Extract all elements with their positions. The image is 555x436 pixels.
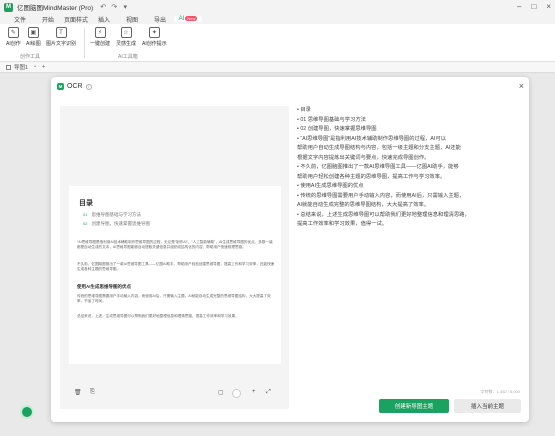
close-dialog-button[interactable]: × bbox=[519, 81, 524, 91]
tab-file[interactable]: 文件 bbox=[6, 15, 34, 24]
ai-create-button[interactable]: ✎ AI创作 bbox=[6, 27, 21, 47]
inspiration-label: 灵感生成 bbox=[116, 41, 137, 47]
sheet-tab-label: 导图1 bbox=[14, 65, 29, 71]
inspiration-icon: ☆ bbox=[120, 27, 132, 38]
one-click-create-button[interactable]: ⚡ 一键创建 bbox=[90, 27, 110, 47]
ocr-button[interactable]: T 图片文字识别 bbox=[46, 27, 76, 47]
ai-create-label: AI创作 bbox=[6, 41, 21, 47]
ai-draw-button[interactable]: ▣ AI绘图 bbox=[26, 27, 41, 47]
sheet-bar: 导图1 • + bbox=[0, 62, 555, 73]
ribbon-divider bbox=[84, 28, 85, 58]
text-line: • 01 思维导图基础与学习方法 bbox=[297, 116, 366, 123]
redo-icon[interactable]: ↷ bbox=[110, 3, 118, 11]
ai-draw-label: AI绘图 bbox=[26, 41, 41, 47]
tab-home[interactable]: 开始 bbox=[34, 15, 62, 24]
recognized-text-area[interactable]: • 目录 • 01 思维导图基础与学习方法 • 02 创建导图，快速掌握思维导图… bbox=[295, 106, 521, 382]
ocr-icon: T bbox=[55, 27, 67, 38]
maximize-icon[interactable]: □ bbox=[531, 2, 536, 11]
undo-icon[interactable]: ↶ bbox=[99, 3, 107, 11]
text-line: 根据文字内容提炼出关键词与要点，快速完成导图创作。 bbox=[297, 154, 430, 161]
doc-paragraph: “AI思维导图是指利用AI技术辅助制作思维导图的过程，无论是“制作AI”，“人工… bbox=[77, 240, 273, 250]
more-icon[interactable]: ▾ bbox=[121, 3, 129, 11]
bullet-icon: 01 bbox=[83, 212, 88, 217]
tab-insert[interactable]: 插入 bbox=[90, 15, 118, 24]
tab-page-style[interactable]: 页面样式 bbox=[62, 15, 90, 24]
toc-item-label: 创建导图，快速掌握思维导图 bbox=[91, 221, 150, 226]
text-line: • 总结来说，上述生成思维导图可以帮助我们更好地整理信息和理清思路， bbox=[297, 211, 470, 218]
tab-ai-label: AI bbox=[178, 16, 185, 22]
inspiration-button[interactable]: ☆ 灵感生成 bbox=[116, 27, 136, 47]
window-controls: – □ × bbox=[517, 2, 551, 11]
rotate-icon[interactable] bbox=[232, 389, 241, 398]
new-badge: New bbox=[185, 16, 198, 21]
one-click-label: 一键创建 bbox=[90, 41, 111, 47]
close-window-icon[interactable]: × bbox=[546, 2, 551, 11]
app-logo: M bbox=[4, 2, 13, 12]
doc-paragraph: 不久前，亿图脑图推出了一款AI思维导图工具——亿图AI助手，帮助用户轻松创建思维… bbox=[77, 262, 275, 272]
ai-prompt-button[interactable]: ✦ AI创作提示 bbox=[142, 27, 167, 47]
menu-bar: 文件 开始 页面样式 插入 视图 导出 AI New bbox=[0, 14, 555, 24]
text-line: • 不久前，亿图脑图推出了一款AI思维导图工具——亿图AI助手，能够 bbox=[297, 164, 459, 170]
replace-icon[interactable]: ⎘ bbox=[90, 389, 95, 396]
text-line: • 目录 bbox=[297, 107, 311, 113]
dialog-title: OCR bbox=[67, 83, 83, 90]
tab-ai[interactable]: AI New bbox=[174, 16, 202, 22]
dialog-header: M OCR i bbox=[57, 83, 92, 90]
crop-icon[interactable]: ▢ bbox=[218, 389, 224, 396]
fullscreen-icon[interactable]: ⤢ bbox=[266, 389, 271, 396]
ai-prompt-label: AI创作提示 bbox=[142, 41, 167, 47]
tab-view[interactable]: 视图 bbox=[118, 15, 146, 24]
doc-paragraph: 传统的思维导图需要用户手动输入内容，而使用AI后，只需输入主题，AI就能自动生成… bbox=[77, 294, 271, 304]
minimize-icon[interactable]: – bbox=[517, 2, 521, 11]
add-sheet-button[interactable]: + bbox=[42, 64, 45, 70]
ribbon: ✎ AI创作 ▣ AI绘图 T 图片文字识别 ⚡ 一键创建 ☆ 灵感生成 ✦ AI创作提示 … bbox=[0, 24, 555, 62]
create-new-map-button[interactable]: 创建新导图主题 bbox=[379, 399, 449, 413]
info-icon[interactable]: i bbox=[85, 83, 92, 90]
doc-paragraph: 总结来说，上述，生成思维导图可以帮助我们更好地整理信息和理清思路，提高工作效率和… bbox=[77, 314, 239, 318]
insert-topic-button[interactable]: 插入当前主题 bbox=[454, 399, 521, 413]
one-click-icon: ⚡ bbox=[94, 27, 106, 38]
text-line: • “AI思维导图”是指利用AI技术辅助制作思维导图的过程，AI可以 bbox=[297, 135, 446, 142]
ocr-dialog: M OCR i × 目录 01 思维导图基础与学习方法 02 创建导图，快速掌握思维… bbox=[51, 77, 529, 422]
toc-item: 02 创建导图，快速掌握思维导图 bbox=[83, 221, 150, 227]
document-image: 目录 01 思维导图基础与学习方法 02 创建导图，快速掌握思维导图 “AI思维导图… bbox=[69, 186, 281, 364]
title-bar: M 亿图脑图MindMaster (Pro) ↶ ↷ ▾ – □ × bbox=[0, 0, 555, 14]
delete-icon[interactable]: 🗑 bbox=[74, 389, 82, 396]
app-title: 亿图脑图MindMaster (Pro) bbox=[17, 5, 94, 12]
text-line: 帮助用户轻松创建各种主题的思维导图，提高工作与学习效率。 bbox=[297, 173, 446, 180]
ocr-label: 图片文字识别 bbox=[46, 41, 77, 47]
floating-assistant-icon[interactable] bbox=[20, 405, 34, 419]
toc-item: 01 思维导图基础与学习方法 bbox=[83, 212, 141, 218]
ai-prompt-icon: ✦ bbox=[148, 27, 160, 38]
sheet-dot: • bbox=[34, 64, 36, 70]
bullet-icon: 02 bbox=[83, 221, 88, 226]
text-line: • 02 创建导图，快速掌握思维导图 bbox=[297, 126, 377, 132]
image-preview-pane: 目录 01 思维导图基础与学习方法 02 创建导图，快速掌握思维导图 “AI思维导图… bbox=[60, 106, 289, 409]
text-line: 帮助用户自动生成导图结构与内容，包括一级主题和分支主题，AI还能 bbox=[297, 145, 461, 151]
preview-toolbar: 🗑 ⎘ ▢ + ⤢ bbox=[60, 389, 289, 403]
group-label-toolbox: AI工具箱 bbox=[118, 54, 138, 60]
ai-create-icon: ✎ bbox=[7, 27, 19, 38]
zoom-in-icon[interactable]: + bbox=[252, 389, 256, 395]
doc-title: 目录 bbox=[79, 200, 93, 207]
sheet-icon bbox=[6, 64, 11, 70]
doc-heading: 使用AI生成思维导图的优点 bbox=[77, 284, 131, 289]
text-line: AI就能自动生成完整的思维导图结构，大大提高了效率。 bbox=[297, 202, 430, 208]
tab-export[interactable]: 导出 bbox=[146, 15, 174, 24]
text-line: 提高工作效率和学习效果，值得一试。 bbox=[297, 221, 388, 227]
text-line: • 使用AI生成思维导图的优点 bbox=[297, 183, 364, 189]
ai-draw-icon: ▣ bbox=[27, 27, 39, 38]
text-line: • 传统的思维导图需要用户手动输入内容，而使用AI后，只需输入主题， bbox=[297, 192, 465, 199]
ocr-logo-icon: M bbox=[57, 83, 64, 90]
char-count: 字符数：1,452 / 5,000 bbox=[480, 389, 520, 394]
toc-item-label: 思维导图基础与学习方法 bbox=[91, 212, 141, 217]
sheet-tab[interactable]: 导图1 bbox=[6, 63, 28, 71]
group-label-create: 创作工具 bbox=[20, 54, 41, 60]
